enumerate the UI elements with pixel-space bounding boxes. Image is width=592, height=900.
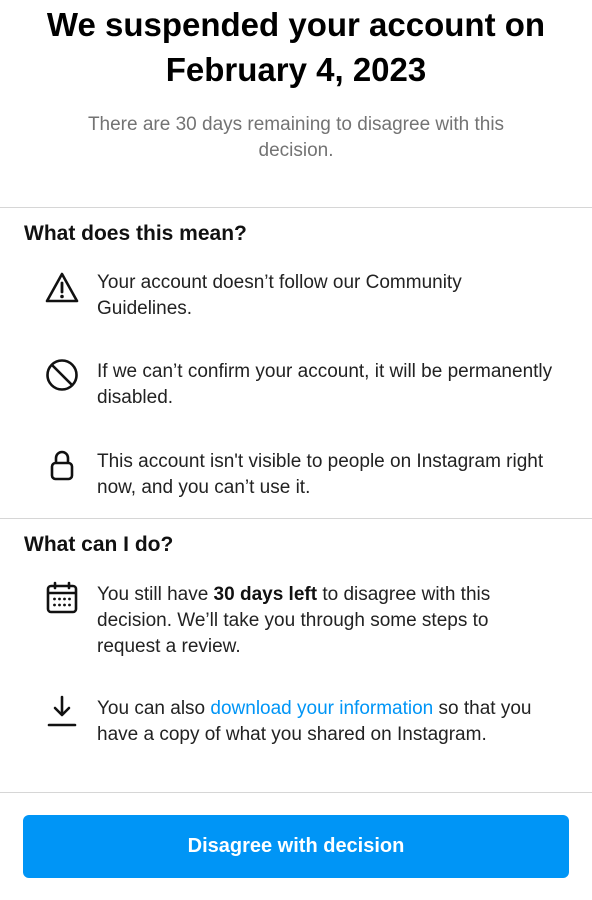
divider <box>0 207 592 208</box>
meaning-item-text: This account isn't visible to people on … <box>97 451 544 498</box>
title-line-1: We suspended your account on <box>46 6 546 43</box>
lock-icon <box>44 447 80 483</box>
days-left-bold: 30 days left <box>213 584 318 605</box>
title-line-2: February 4, 2023 <box>165 51 427 88</box>
divider <box>0 792 592 793</box>
section-title-actions: What can I do? <box>24 533 174 556</box>
warning-icon <box>44 270 80 306</box>
disagree-with-decision-button[interactable]: Disagree with decision <box>23 815 569 878</box>
action-item-text: You can also download your information s… <box>97 696 557 748</box>
page-title: We suspended your account on February 4,… <box>30 2 562 92</box>
download-icon <box>44 694 80 730</box>
action-text-before: You can also <box>97 698 211 719</box>
days-remaining-subtitle: There are 30 days remaining to disagree … <box>87 114 505 161</box>
meaning-item-text: Your account doesn’t follow our Communit… <box>97 272 462 319</box>
prohibited-icon <box>44 357 80 393</box>
download-information-link[interactable]: download your information <box>210 698 433 719</box>
suspension-header: We suspended your account on February 4,… <box>0 0 592 164</box>
calendar-icon <box>44 580 80 616</box>
divider <box>0 518 592 519</box>
action-item-text: You still have 30 days left to disagree … <box>97 582 557 660</box>
action-text-before: You still have <box>97 584 214 605</box>
meaning-item-text: If we can’t confirm your account, it wil… <box>97 361 553 408</box>
section-title-meaning: What does this mean? <box>24 222 247 245</box>
